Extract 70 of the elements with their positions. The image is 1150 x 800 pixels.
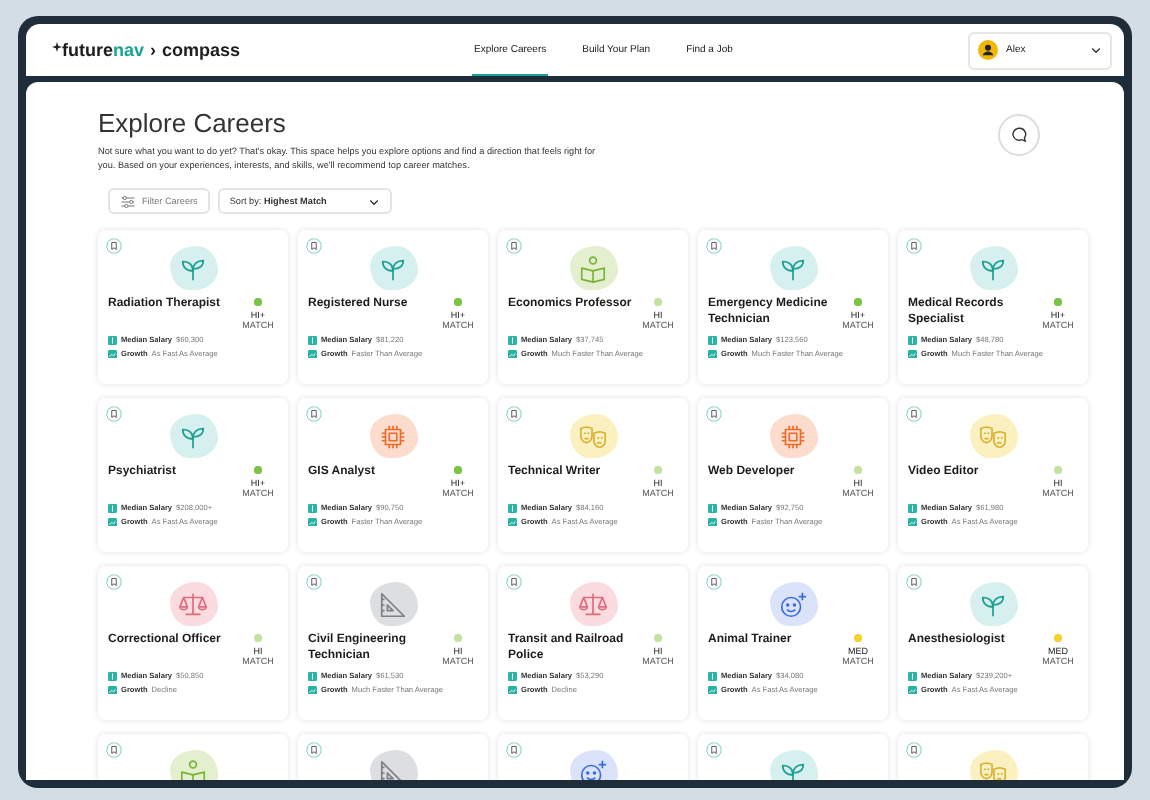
growth-icon [908,517,917,526]
growth-icon [108,517,117,526]
growth-icon [308,685,317,694]
bookmark-icon[interactable] [106,574,122,590]
chat-button[interactable] [998,114,1040,156]
growth-icon [708,685,717,694]
bookmark-icon[interactable] [306,574,322,590]
chevron-down-icon [1090,44,1102,56]
bookmark-icon[interactable] [706,238,722,254]
money-icon [308,336,317,345]
growth-icon [708,517,717,526]
money-icon [508,336,517,345]
sliders-icon [120,193,136,209]
growth-icon [908,685,917,694]
money-icon [708,504,717,513]
bookmark-icon[interactable] [906,238,922,254]
smiley-plus-icon [578,757,608,780]
growth-icon [708,349,717,358]
money-icon [708,672,717,681]
growth-icon [108,349,117,358]
money-icon [708,336,717,345]
growth-icon [508,685,517,694]
growth-icon [308,349,317,358]
bookmark-icon[interactable] [306,238,322,254]
chip-icon [378,421,408,451]
bookmark-icon[interactable] [506,742,522,758]
bookmark-icon[interactable] [106,238,122,254]
chat-icon [1010,126,1028,144]
money-icon [308,672,317,681]
bookmark-icon[interactable] [506,574,522,590]
bookmark-icon[interactable] [306,742,322,758]
growth-icon [508,349,517,358]
bookmark-icon[interactable] [106,406,122,422]
theater-masks-icon [978,421,1008,451]
bookmark-icon[interactable] [906,406,922,422]
brand-logo[interactable]: futurenav › compass [52,40,472,60]
bookmark-icon[interactable] [106,742,122,758]
bookmark-icon[interactable] [706,574,722,590]
money-icon [908,672,917,681]
chevron-down-icon [367,195,380,207]
scales-icon [578,589,608,619]
avatar-icon [978,40,998,60]
bookmark-icon[interactable] [306,406,322,422]
money-icon [908,336,917,345]
growth-icon [308,517,317,526]
money-icon [108,672,117,681]
page-title: Explore Careers [98,108,288,138]
growth-icon [908,349,917,358]
money-icon [108,504,117,513]
bookmark-icon[interactable] [706,742,722,758]
bookmark-icon[interactable] [906,742,922,758]
bookmark-icon[interactable] [906,574,922,590]
scales-icon [178,589,208,619]
person-reading-icon [178,757,208,780]
money-icon [508,504,517,513]
chip-icon [778,421,808,451]
person-reading-icon [578,253,608,283]
money-icon [908,504,917,513]
bookmark-icon[interactable] [706,406,722,422]
growth-icon [508,517,517,526]
bookmark-icon[interactable] [506,406,522,422]
sparkle-icon [52,42,62,52]
money-icon [108,336,117,345]
money-icon [308,504,317,513]
smiley-plus-icon [778,589,808,619]
bookmark-icon[interactable] [506,238,522,254]
money-icon [508,672,517,681]
theater-masks-icon [578,421,608,451]
theater-masks-icon [978,757,1008,780]
growth-icon [108,685,117,694]
